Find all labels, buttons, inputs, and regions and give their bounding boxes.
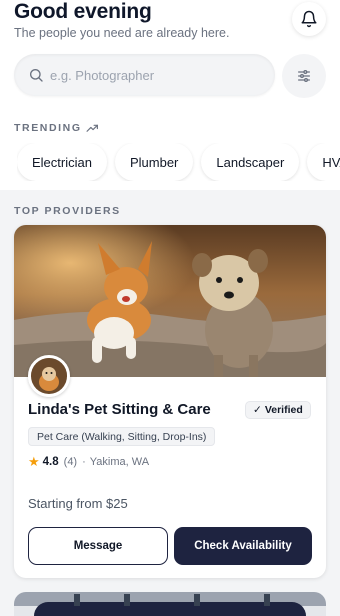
- provider-photo: [14, 225, 326, 377]
- review-count: (4): [63, 456, 78, 468]
- provider-name[interactable]: Linda's Pet Sitting & Care: [28, 401, 211, 418]
- provider-card-next[interactable]: [14, 592, 326, 616]
- separator: ·: [82, 456, 86, 468]
- verified-badge: ✓ Verified: [245, 401, 311, 419]
- search-input[interactable]: [50, 54, 265, 96]
- trending-label: TRENDING: [14, 122, 82, 134]
- search-icon: [30, 69, 43, 82]
- star-icon: ★: [28, 454, 40, 469]
- starting-price: Starting from $25: [28, 496, 128, 511]
- verified-label: Verified: [264, 404, 303, 416]
- provider-card[interactable]: Linda's Pet Sitting & Care ✓ Verified Pe…: [14, 225, 326, 578]
- category-tag: Pet Care (Walking, Sitting, Drop-Ins): [28, 427, 216, 446]
- greeting-title: Good evening: [14, 0, 152, 23]
- header-area: Good evening The people you need are alr…: [0, 0, 340, 190]
- message-button[interactable]: Message: [28, 527, 168, 565]
- providers-section: TOP PROVIDERS Linda's Pet Sitting & Care…: [0, 190, 340, 616]
- provider-photo-next: [14, 592, 326, 616]
- greeting-subtitle: The people you need are already here.: [14, 26, 230, 40]
- bell-icon: [301, 10, 317, 28]
- check-availability-button[interactable]: Check Availability: [174, 527, 312, 565]
- filter-button[interactable]: [282, 54, 326, 98]
- rating-value: 4.8: [42, 456, 59, 468]
- trending-chip[interactable]: Plumber: [114, 143, 194, 181]
- provider-avatar: [28, 355, 70, 397]
- trending-up-icon: [86, 124, 98, 132]
- trending-chips: ElectricianPlumberLandscaperHVAC: [17, 143, 340, 181]
- check-icon: ✓: [253, 404, 262, 416]
- trending-chip[interactable]: HVAC: [307, 143, 340, 181]
- sliders-icon: [298, 70, 310, 82]
- trending-heading: TRENDING: [14, 122, 99, 134]
- location: Yakima, WA: [89, 456, 150, 468]
- rating-row: ★ 4.8 (4) · Yakima, WA: [28, 454, 149, 470]
- providers-heading: TOP PROVIDERS: [14, 205, 121, 217]
- notifications-button[interactable]: [292, 2, 326, 36]
- search-bar[interactable]: [14, 54, 275, 96]
- trending-chip[interactable]: Landscaper: [201, 143, 300, 181]
- trending-chip[interactable]: Electrician: [17, 143, 107, 181]
